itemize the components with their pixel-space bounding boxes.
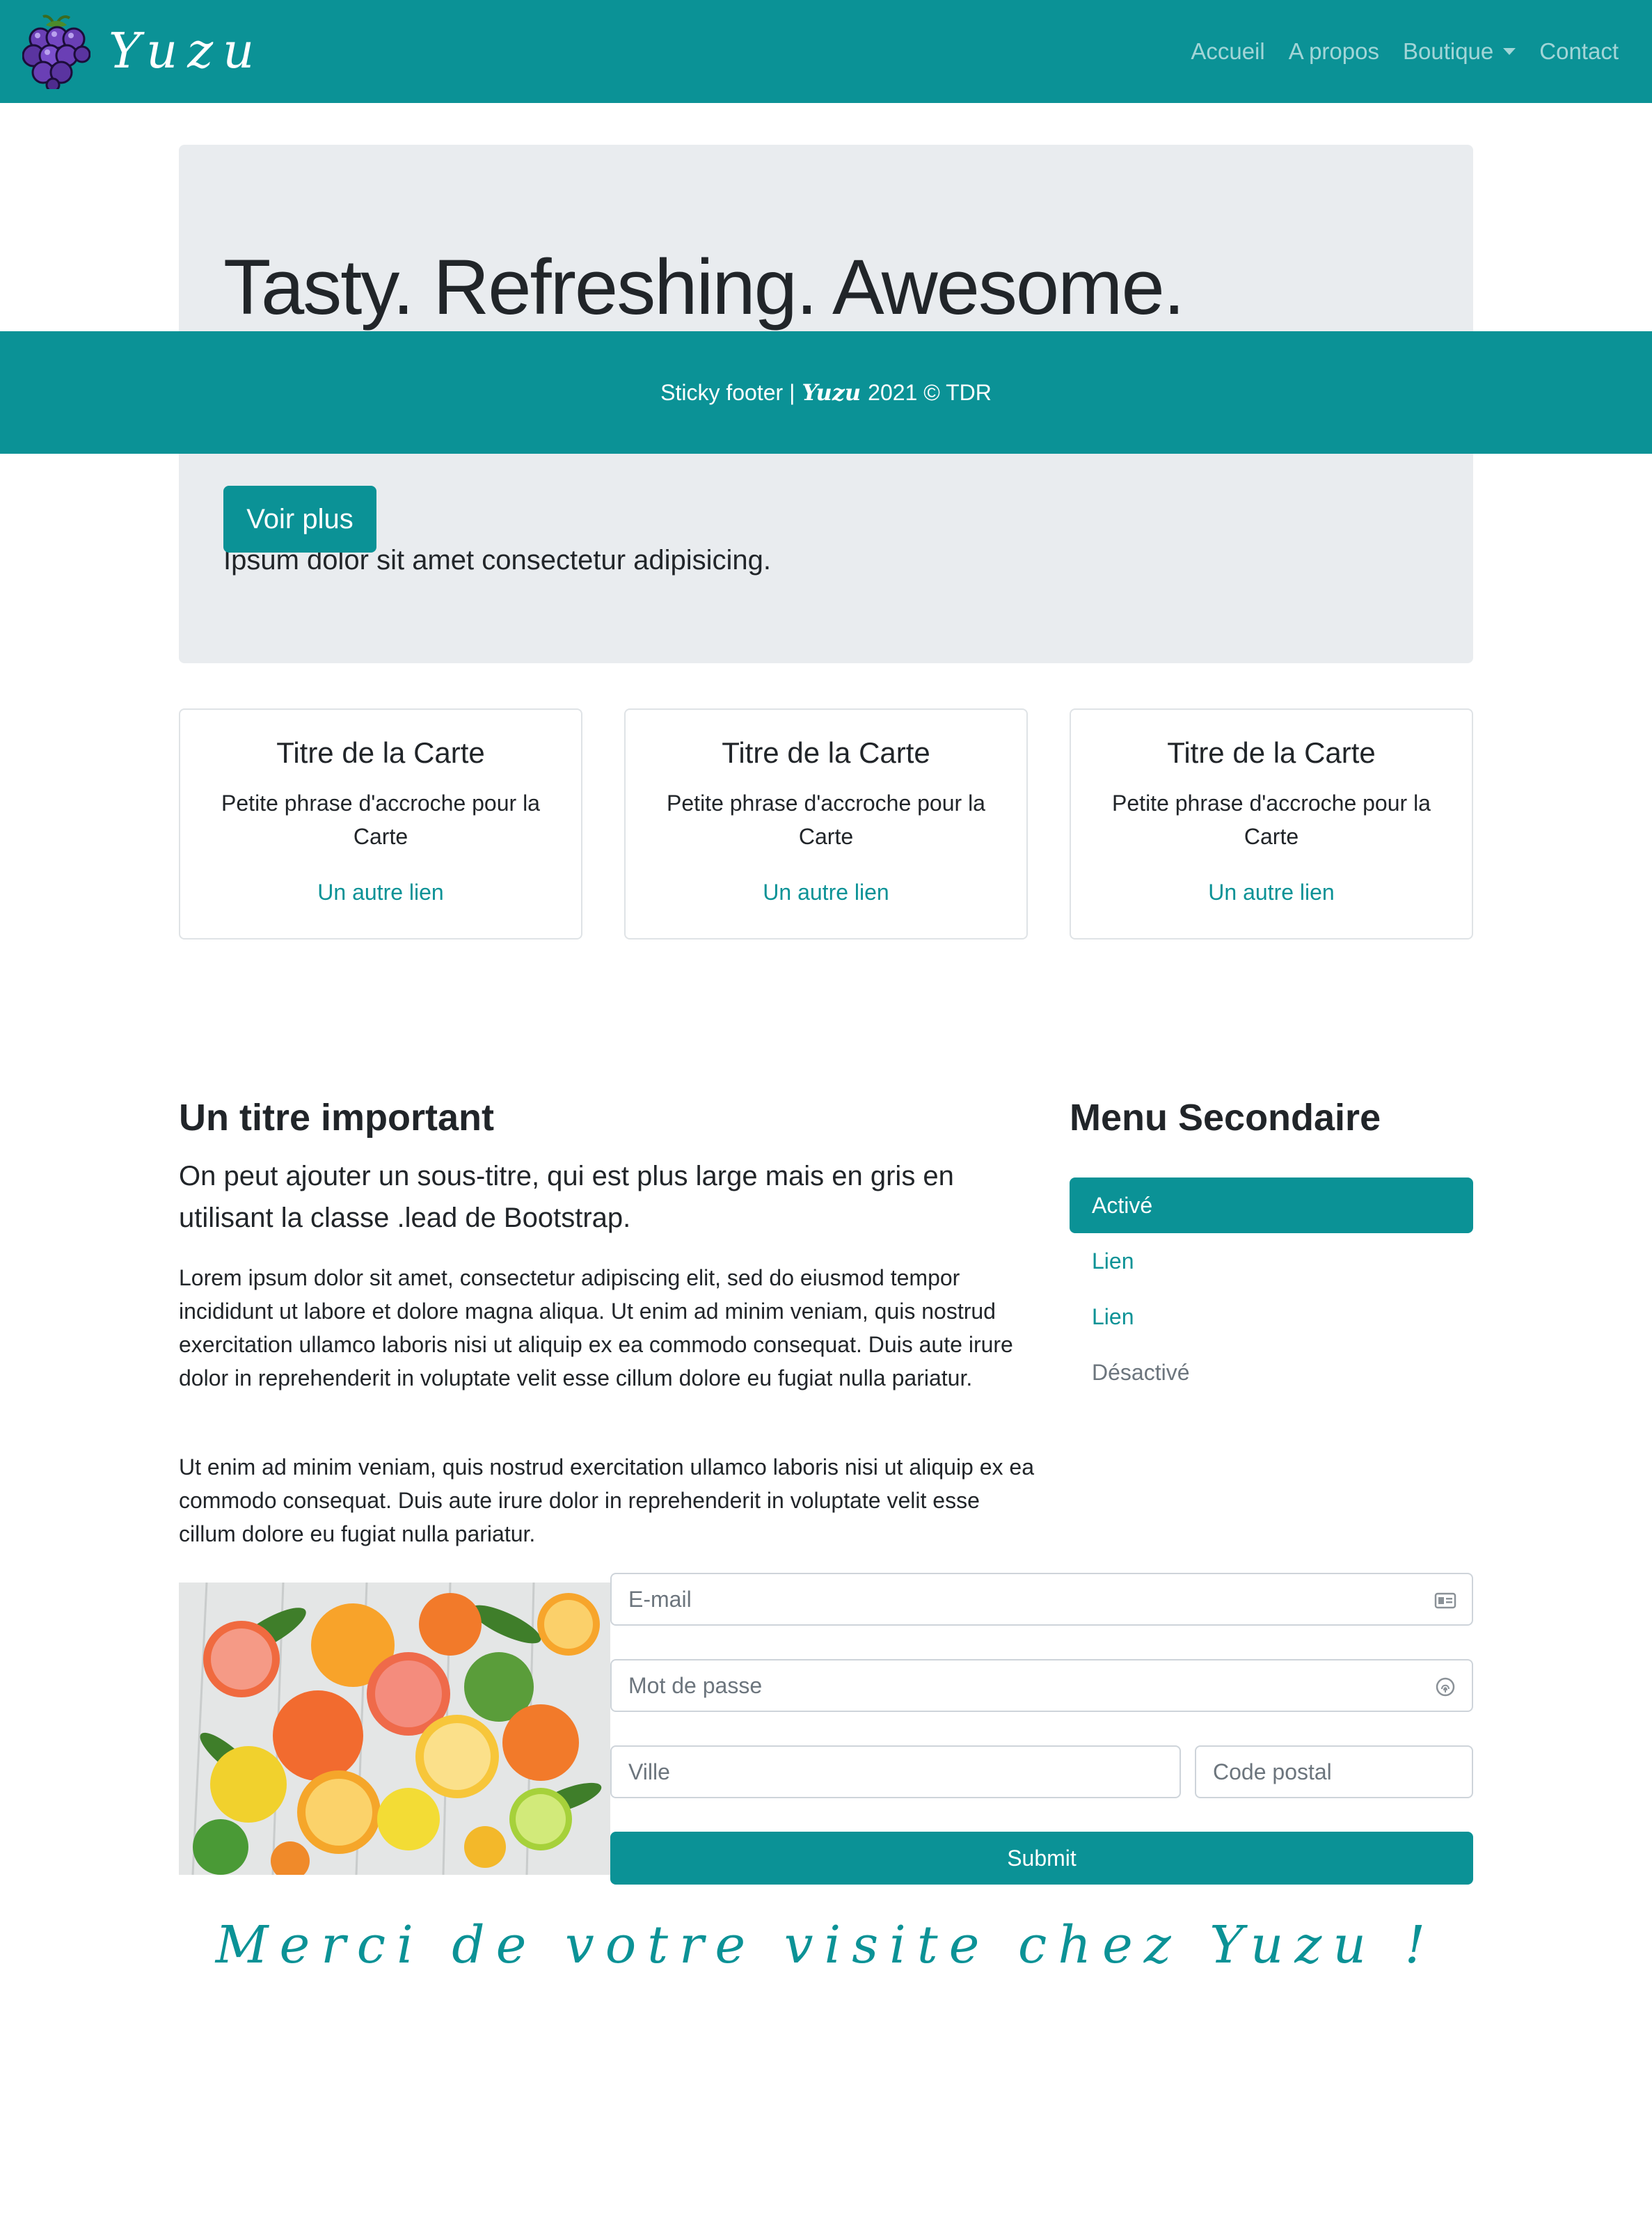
sticky-footer: Sticky footer | Yuzu 2021 © TDR bbox=[0, 331, 1652, 454]
fingerprint-icon bbox=[1436, 1677, 1455, 1697]
navbar: Yuzu Accueil A propos Boutique Contact bbox=[0, 0, 1652, 103]
nav-links: Accueil A propos Boutique Contact bbox=[1167, 0, 1619, 103]
postal-code-placeholder: Code postal bbox=[1213, 1759, 1332, 1784]
city-field[interactable]: Ville bbox=[610, 1745, 1181, 1798]
postal-code-field[interactable]: Code postal bbox=[1195, 1745, 1473, 1798]
nav-link-a-propos[interactable]: A propos bbox=[1289, 38, 1379, 65]
card-link[interactable]: Un autre lien bbox=[180, 880, 581, 905]
card: Titre de la Carte Petite phrase d'accroc… bbox=[179, 708, 582, 939]
footer-brand: Yuzu bbox=[802, 379, 861, 406]
caret-down-icon bbox=[1503, 48, 1516, 55]
footer-copyright: 2021 © TDR bbox=[868, 379, 992, 405]
card-text: Petite phrase d'accroche pour la Carte bbox=[667, 791, 985, 849]
email-field[interactable]: E-mail bbox=[610, 1573, 1473, 1626]
email-placeholder: E-mail bbox=[628, 1586, 692, 1612]
card-text: Petite phrase d'accroche pour la Carte bbox=[221, 791, 540, 849]
card: Titre de la Carte Petite phrase d'accroc… bbox=[624, 708, 1028, 939]
article-lead: On peut ajouter un sous-titre, qui est p… bbox=[179, 1161, 954, 1233]
article-title: Un titre important bbox=[179, 1097, 494, 1139]
secondary-menu-title: Menu Secondaire bbox=[1070, 1097, 1381, 1139]
article-paragraph-1: Lorem ipsum dolor sit amet, consectetur … bbox=[179, 1265, 1013, 1390]
footer-prefix: Sticky footer | bbox=[660, 379, 795, 405]
brand-name: Yuzu bbox=[109, 22, 264, 79]
id-card-icon bbox=[1434, 1592, 1456, 1609]
article-paragraph-2: Ut enim ad minim veniam, quis nostrud ex… bbox=[179, 1454, 1035, 1546]
hero-title: Tasty. Refreshing. Awesome. bbox=[223, 244, 1185, 331]
voir-plus-button[interactable]: Voir plus bbox=[223, 486, 376, 553]
card-text: Petite phrase d'accroche pour la Carte bbox=[1112, 791, 1431, 849]
citrus-fruits-image bbox=[179, 1583, 610, 1875]
card: Titre de la Carte Petite phrase d'accroc… bbox=[1070, 708, 1473, 939]
secondary-menu-item-link[interactable]: Lien bbox=[1070, 1289, 1473, 1345]
grapes-icon bbox=[22, 15, 90, 89]
submit-button[interactable]: Submit bbox=[610, 1832, 1473, 1885]
city-placeholder: Ville bbox=[628, 1759, 670, 1784]
nav-link-boutique-label: Boutique bbox=[1402, 38, 1494, 64]
card-title: Titre de la Carte bbox=[722, 736, 930, 769]
card-title: Titre de la Carte bbox=[1167, 736, 1376, 769]
nav-link-accueil[interactable]: Accueil bbox=[1191, 38, 1264, 65]
nav-link-contact[interactable]: Contact bbox=[1539, 38, 1619, 65]
card-link[interactable]: Un autre lien bbox=[626, 880, 1026, 905]
nav-link-boutique-dropdown[interactable]: Boutique bbox=[1403, 38, 1516, 65]
card-link[interactable]: Un autre lien bbox=[1071, 880, 1472, 905]
password-placeholder: Mot de passe bbox=[628, 1672, 763, 1698]
password-field[interactable]: Mot de passe bbox=[610, 1659, 1473, 1712]
secondary-menu-item-active[interactable]: Activé bbox=[1070, 1178, 1473, 1233]
brand[interactable]: Yuzu bbox=[22, 13, 264, 89]
secondary-menu-item-link[interactable]: Lien bbox=[1070, 1233, 1473, 1289]
card-title: Titre de la Carte bbox=[276, 736, 485, 769]
secondary-menu-item-disabled: Désactivé bbox=[1092, 1359, 1190, 1385]
thank-you-message: Merci de votre visite chez Yuzu ! bbox=[215, 1915, 1437, 1975]
